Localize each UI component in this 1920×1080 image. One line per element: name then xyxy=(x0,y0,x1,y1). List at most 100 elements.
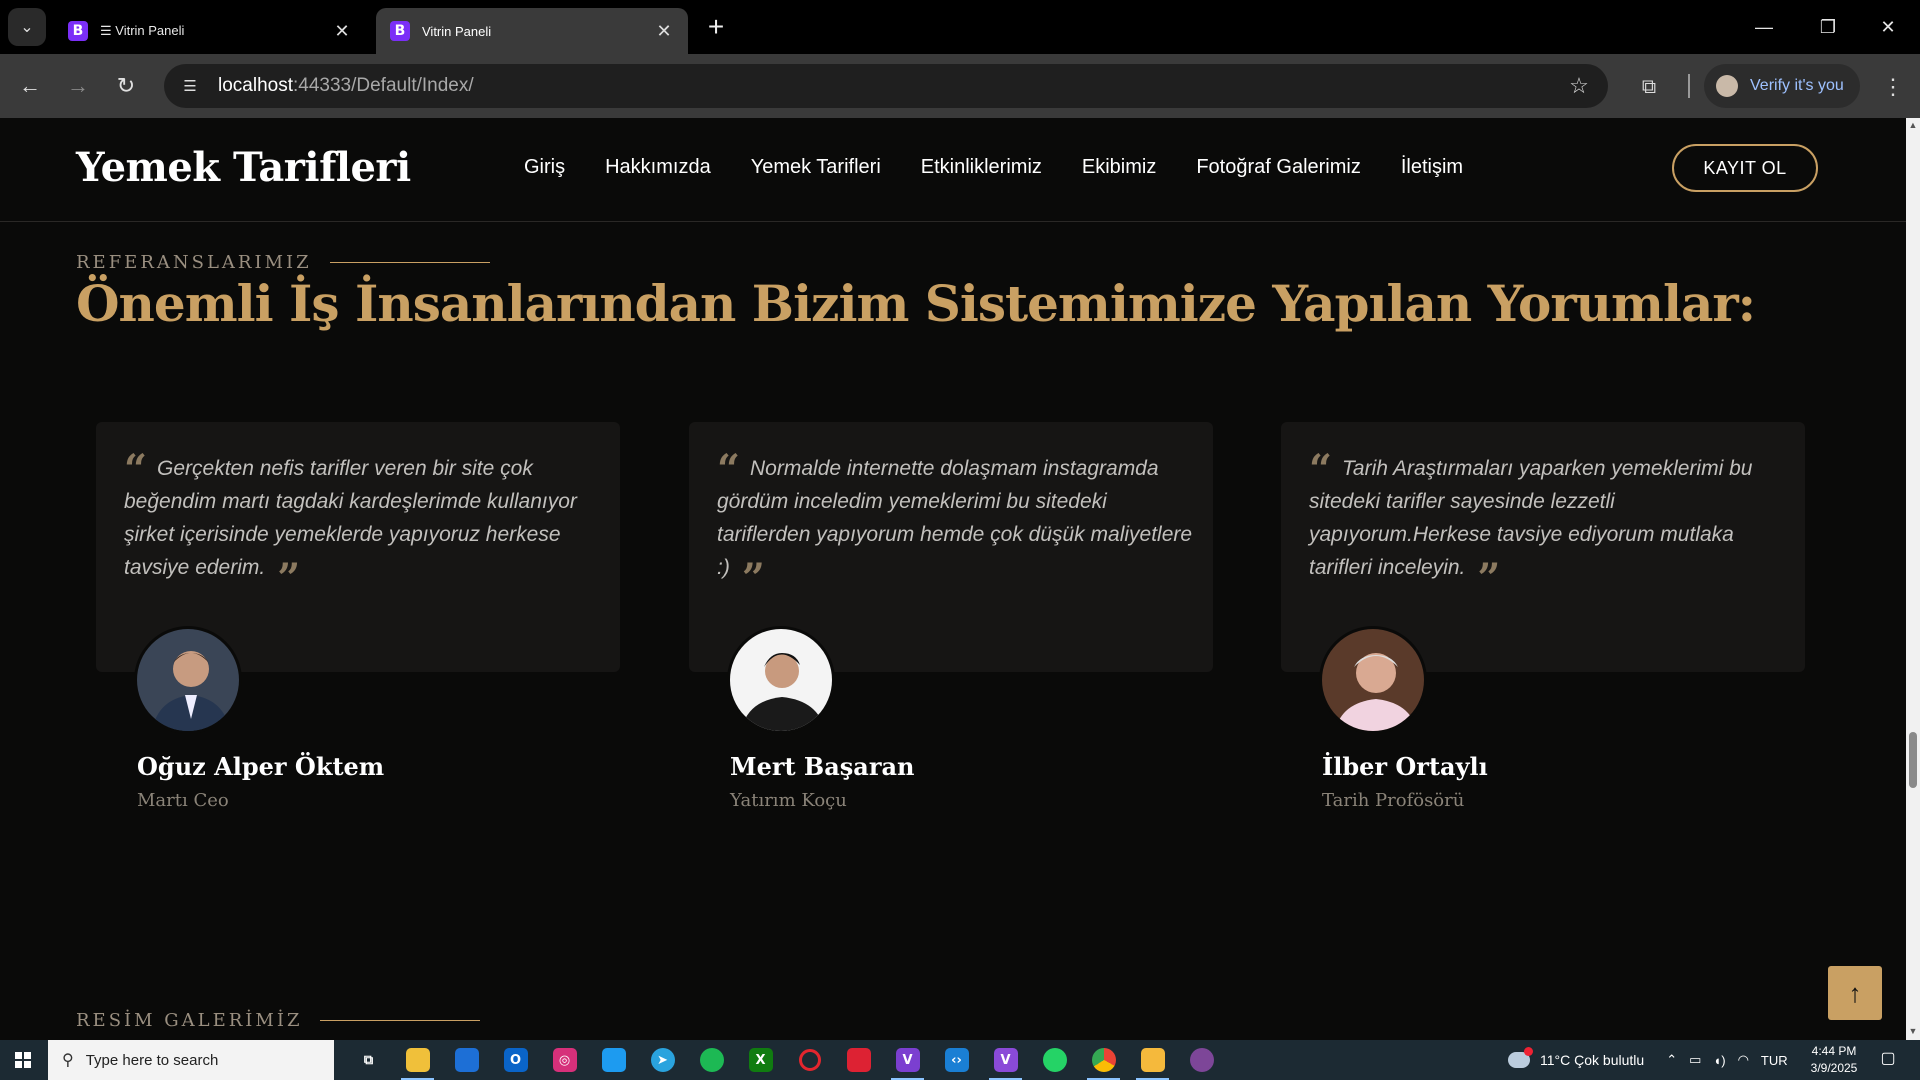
scroll-to-top-button[interactable]: ↑ xyxy=(1828,966,1882,1020)
scroll-up-arrow-icon[interactable]: ▲ xyxy=(1906,120,1920,132)
visual-studio-icon[interactable]: V xyxy=(883,1040,932,1080)
bootstrap-favicon-icon: B xyxy=(68,21,88,41)
close-icon[interactable]: ✕ xyxy=(332,21,352,42)
nav-giris[interactable]: Giriş xyxy=(524,156,565,179)
instagram-icon[interactable]: ◎ xyxy=(540,1040,589,1080)
testimonial-quote: “Gerçekten nefis tarifler veren bir site… xyxy=(124,446,577,602)
page-viewport: Yemek Tarifleri Giriş Hakkımızda Yemek T… xyxy=(0,118,1906,1040)
opera-icon[interactable] xyxy=(785,1040,834,1080)
tab-list-chevron-icon[interactable]: ⌄ xyxy=(8,8,46,46)
verify-profile-button[interactable]: Verify it's you xyxy=(1704,64,1860,108)
extensions-puzzle-icon[interactable]: ⧉ xyxy=(1632,70,1666,104)
twitter-icon[interactable] xyxy=(589,1040,638,1080)
tor-browser-icon[interactable] xyxy=(1177,1040,1226,1080)
visual-studio-2-icon[interactable]: V xyxy=(981,1040,1030,1080)
tab-vitrin-paneli-1[interactable]: B ☰ Vitrin Paneli ✕ xyxy=(54,8,366,54)
restore-icon[interactable]: ❐ xyxy=(1808,10,1848,44)
arrow-up-icon: ↑ xyxy=(1848,977,1862,1008)
testimonials-eyebrow: REFERANSLARIMIZ xyxy=(76,252,490,273)
paint-app-icon[interactable] xyxy=(1128,1040,1177,1080)
browser-tabstrip: ⌄ B ☰ Vitrin Paneli ✕ B Vitrin Paneli ✕ … xyxy=(0,0,1920,54)
register-button[interactable]: KAYIT OL xyxy=(1672,144,1818,192)
forward-arrow-icon[interactable]: → xyxy=(60,68,96,104)
more-menu-icon[interactable]: ⋮ xyxy=(1878,70,1908,104)
quote-close-icon: ” xyxy=(277,555,301,602)
weather-text[interactable]: 11°C Çok bulutlu xyxy=(1540,1052,1644,1068)
avatar xyxy=(727,626,835,734)
window-close-icon[interactable]: ✕ xyxy=(1868,10,1908,44)
avatar xyxy=(134,626,242,734)
testimonial-quote: “Normalde internette dolaşmam instagramd… xyxy=(717,446,1193,602)
telegram-icon[interactable]: ➤ xyxy=(638,1040,687,1080)
nav-fotograf-galerimiz[interactable]: Fotoğraf Galerimiz xyxy=(1196,156,1361,179)
task-view-icon[interactable]: ⧉ xyxy=(344,1040,393,1080)
nav-yemek-tarifleri[interactable]: Yemek Tarifleri xyxy=(751,156,881,179)
taskbar-clock[interactable]: 4:44 PM 3/9/2025 xyxy=(1806,1043,1862,1077)
person-name: Oğuz Alper Öktem xyxy=(137,752,385,781)
quote-open-icon: “ xyxy=(1309,446,1333,493)
quote-close-icon: ” xyxy=(741,555,765,602)
chrome-icon[interactable] xyxy=(1079,1040,1128,1080)
site-logo[interactable]: Yemek Tarifleri xyxy=(76,144,411,191)
weather-cloud-icon[interactable] xyxy=(1508,1047,1533,1068)
scroll-down-arrow-icon[interactable]: ▼ xyxy=(1906,1026,1920,1038)
language-indicator[interactable]: TUR xyxy=(1761,1053,1788,1068)
person-name: İlber Ortaylı xyxy=(1322,752,1488,781)
quote-close-icon: ” xyxy=(1477,555,1501,602)
calendar-app-icon[interactable] xyxy=(834,1040,883,1080)
tab-title: ☰ Vitrin Paneli xyxy=(100,23,185,38)
vs-code-icon[interactable]: ‹› xyxy=(932,1040,981,1080)
main-nav: Giriş Hakkımızda Yemek Tarifleri Etkinli… xyxy=(524,156,1503,179)
battery-icon[interactable]: ▭ xyxy=(1689,1052,1701,1068)
site-info-icon[interactable]: ☰ xyxy=(178,74,202,98)
xbox-icon[interactable]: X xyxy=(736,1040,785,1080)
quote-open-icon: “ xyxy=(717,446,741,493)
spotify-icon[interactable] xyxy=(687,1040,736,1080)
scrollbar-thumb[interactable] xyxy=(1909,732,1917,788)
nav-etkinliklerimiz[interactable]: Etkinliklerimiz xyxy=(921,156,1042,179)
bootstrap-favicon-icon: B xyxy=(390,21,410,41)
gallery-eyebrow: RESİM GALERİMİZ xyxy=(76,1010,481,1031)
outlook-icon[interactable]: O xyxy=(491,1040,540,1080)
minimize-icon[interactable]: — xyxy=(1744,10,1784,44)
testimonial-quote: “Tarih Araştırmaları yaparken yemeklerim… xyxy=(1309,446,1753,602)
testimonials-title: Önemli İş İnsanlarından Bizim Sistemimiz… xyxy=(76,274,1756,333)
eyebrow-line xyxy=(329,262,490,263)
person-role: Yatırım Koçu xyxy=(730,790,847,811)
notification-icon[interactable]: ▢ xyxy=(1876,1048,1900,1072)
whatsapp-icon[interactable] xyxy=(1030,1040,1079,1080)
address-bar[interactable]: ☰ localhost:44333/Default/Index/ ☆ xyxy=(164,64,1608,108)
chevron-up-icon[interactable]: ⌃ xyxy=(1666,1052,1677,1068)
toolbar-divider xyxy=(1688,74,1690,98)
taskbar-search-input[interactable]: ⚲ Type here to search xyxy=(48,1040,334,1080)
person-name: Mert Başaran xyxy=(730,752,915,781)
windows-taskbar: ⚲ Type here to search ⧉ O ◎ ➤ X V ‹› V 1… xyxy=(0,1040,1920,1080)
microsoft-store-icon[interactable] xyxy=(442,1040,491,1080)
tab-title: Vitrin Paneli xyxy=(422,23,492,39)
windows-start-icon[interactable] xyxy=(0,1040,46,1080)
person-role: Martı Ceo xyxy=(137,790,229,811)
reload-icon[interactable]: ↻ xyxy=(108,68,144,104)
bookmark-star-icon[interactable]: ☆ xyxy=(1564,73,1594,99)
url-text[interactable]: localhost:44333/Default/Index/ xyxy=(218,75,1564,97)
volume-icon[interactable]: ◖) xyxy=(1713,1053,1725,1068)
quote-open-icon: “ xyxy=(124,446,148,493)
file-explorer-icon[interactable] xyxy=(393,1040,442,1080)
page-scrollbar[interactable]: ▲ ▼ xyxy=(1906,118,1920,1040)
close-icon[interactable]: ✕ xyxy=(654,21,674,42)
profile-avatar xyxy=(1716,75,1738,97)
nav-iletisim[interactable]: İletişim xyxy=(1401,156,1463,179)
avatar xyxy=(1319,626,1427,734)
browser-toolbar: ← → ↻ ☰ localhost:44333/Default/Index/ ☆… xyxy=(0,54,1920,118)
nav-ekibimiz[interactable]: Ekibimiz xyxy=(1082,156,1156,179)
wifi-icon[interactable]: ◠ xyxy=(1738,1052,1749,1068)
search-icon: ⚲ xyxy=(62,1052,74,1069)
system-tray: 11°C Çok bulutlu ⌃ ▭ ◖) ◠ TUR xyxy=(1508,1040,1800,1080)
person-role: Tarih Profösörü xyxy=(1322,790,1465,811)
taskbar-apps: ⧉ O ◎ ➤ X V ‹› V xyxy=(344,1040,1226,1080)
nav-hakkimizda[interactable]: Hakkımızda xyxy=(605,156,711,179)
back-arrow-icon[interactable]: ← xyxy=(12,68,48,104)
site-header: Yemek Tarifleri Giriş Hakkımızda Yemek T… xyxy=(0,118,1906,222)
tab-vitrin-paneli-2[interactable]: B Vitrin Paneli ✕ xyxy=(376,8,688,54)
new-tab-plus-icon[interactable]: + xyxy=(700,12,732,44)
